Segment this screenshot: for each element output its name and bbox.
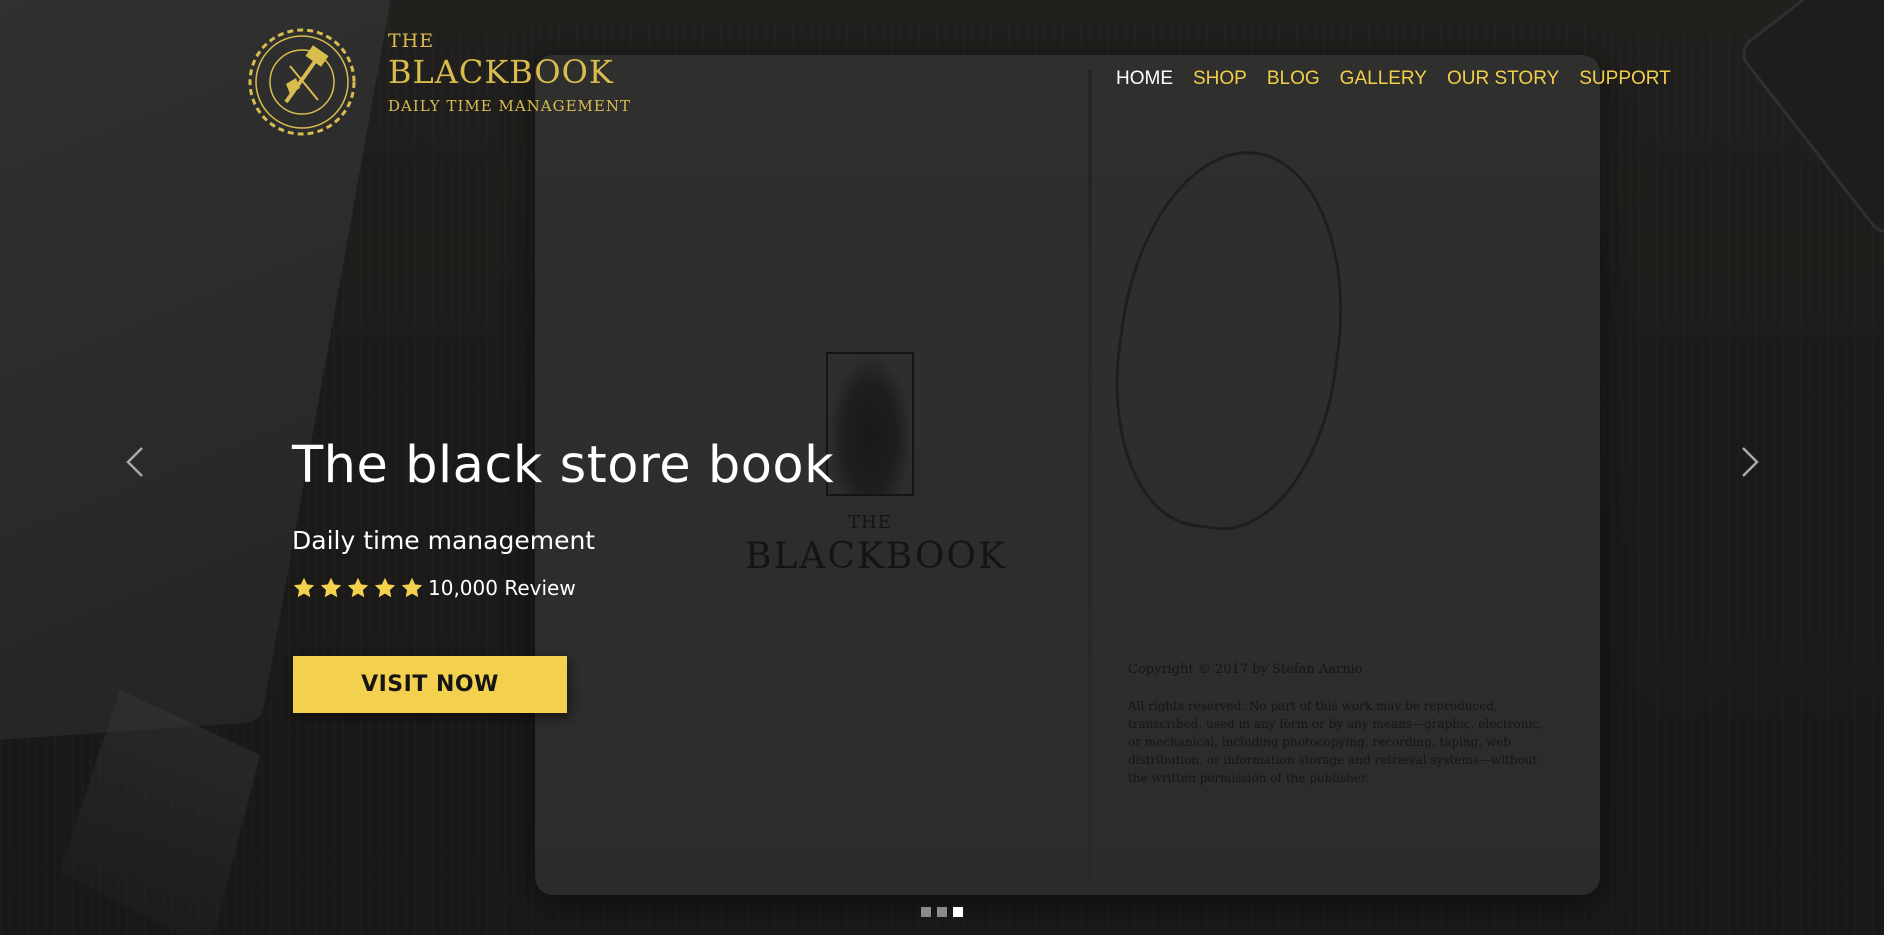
nav-item-our-story[interactable]: OUR STORY [1447, 68, 1559, 90]
logo-emblem-icon[interactable] [246, 26, 358, 138]
rating: 10,000 Review [292, 576, 576, 600]
main-nav: HOME SHOP BLOG GALLERY OUR STORY SUPPORT [1116, 68, 1671, 90]
nav-item-shop[interactable]: SHOP [1193, 68, 1247, 90]
star-icon [347, 577, 369, 598]
slide-subtitle: Daily time management [292, 526, 596, 555]
logo[interactable]: THE BLACKBOOK DAILY TIME MANAGEMENT [388, 30, 631, 118]
hero-slider: THE BLACKBOOK Copyright © 2017 by Stefan… [0, 0, 1884, 935]
rating-stars [292, 576, 424, 600]
logo-name: BLACKBOOK [388, 53, 614, 91]
visit-now-button[interactable]: VISIT NOW [293, 656, 567, 713]
carousel-dot-2[interactable] [937, 907, 947, 917]
slide-title: The black store book [292, 436, 835, 495]
star-icon [320, 577, 342, 598]
carousel-prev-button[interactable] [120, 442, 150, 482]
nav-item-blog[interactable]: BLOG [1267, 68, 1320, 90]
nav-item-gallery[interactable]: GALLERY [1340, 68, 1427, 90]
star-icon [401, 577, 423, 598]
nav-item-home[interactable]: HOME [1116, 68, 1173, 90]
review-count: 10,000 Review [428, 576, 576, 600]
logo-the: THE [388, 30, 435, 52]
carousel-dot-1[interactable] [921, 907, 931, 917]
dark-overlay [0, 0, 1884, 935]
carousel-indicators [921, 907, 963, 917]
nav-item-support[interactable]: SUPPORT [1579, 68, 1671, 90]
chevron-right-icon [1742, 447, 1759, 477]
star-icon [374, 577, 396, 598]
carousel-dot-3[interactable] [953, 907, 963, 917]
chevron-left-icon [126, 447, 143, 477]
carousel-next-button[interactable] [1735, 442, 1765, 482]
logo-tagline: DAILY TIME MANAGEMENT [388, 97, 631, 115]
star-icon [293, 577, 315, 598]
